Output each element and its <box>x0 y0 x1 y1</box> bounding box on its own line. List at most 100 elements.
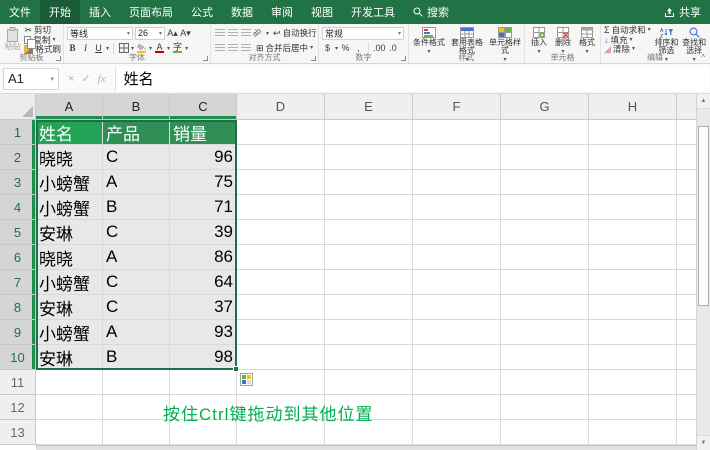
scroll-up-icon[interactable]: ▲ <box>697 94 710 109</box>
tab-开发工具[interactable]: 开发工具 <box>342 0 404 24</box>
cell-B11[interactable] <box>103 370 170 395</box>
cell-E3[interactable] <box>325 170 413 195</box>
col-header-G[interactable]: G <box>501 94 589 120</box>
cell-F9[interactable] <box>413 320 501 345</box>
cell-G1[interactable] <box>501 120 589 145</box>
number-dialog-launcher[interactable] <box>401 56 406 61</box>
alignment-dialog-launcher[interactable] <box>311 56 316 61</box>
cell-F10[interactable] <box>413 345 501 370</box>
cell-G4[interactable] <box>501 195 589 220</box>
cell-F3[interactable] <box>413 170 501 195</box>
cell-E1[interactable] <box>325 120 413 145</box>
number-format-select[interactable]: 常规▾ <box>322 27 404 40</box>
col-header-E[interactable]: E <box>325 94 413 120</box>
tab-插入[interactable]: 插入 <box>80 0 120 24</box>
cell-H10[interactable] <box>589 345 677 370</box>
font-size-select[interactable]: 26▾ <box>135 27 165 40</box>
cell-F5[interactable] <box>413 220 501 245</box>
cell-A5[interactable]: 安琳 <box>36 220 103 245</box>
quick-analysis-button[interactable] <box>240 373 253 386</box>
cell-H3[interactable] <box>589 170 677 195</box>
cell-A6[interactable]: 晓晓 <box>36 245 103 270</box>
cell-C11[interactable] <box>170 370 237 395</box>
cell-B5[interactable]: C <box>103 220 170 245</box>
cell-H9[interactable] <box>589 320 677 345</box>
cell-H4[interactable] <box>589 195 677 220</box>
row-header-8[interactable]: 8 <box>0 295 36 320</box>
cell-H2[interactable] <box>589 145 677 170</box>
font-name-select[interactable]: 等线▾ <box>67 27 133 40</box>
cell-D3[interactable] <box>237 170 325 195</box>
cell-C2[interactable]: 96 <box>170 145 237 170</box>
cell-G6[interactable] <box>501 245 589 270</box>
cell-H8[interactable] <box>589 295 677 320</box>
cell-F1[interactable] <box>413 120 501 145</box>
cell-C9[interactable]: 93 <box>170 320 237 345</box>
col-header-F[interactable]: F <box>413 94 501 120</box>
col-header-H[interactable]: H <box>589 94 677 120</box>
cell-G3[interactable] <box>501 170 589 195</box>
tab-开始[interactable]: 开始 <box>40 0 80 24</box>
tab-数据[interactable]: 数据 <box>222 0 262 24</box>
tab-审阅[interactable]: 审阅 <box>262 0 302 24</box>
cell-A2[interactable]: 晓晓 <box>36 145 103 170</box>
tab-文件[interactable]: 文件 <box>0 0 40 24</box>
cell-C8[interactable]: 37 <box>170 295 237 320</box>
cell-F13[interactable] <box>413 420 501 445</box>
cell-A11[interactable] <box>36 370 103 395</box>
wrap-text-button[interactable]: ↩自动换行 <box>273 29 317 38</box>
cell-H11[interactable] <box>589 370 677 395</box>
cell-D10[interactable] <box>237 345 325 370</box>
select-all-corner[interactable] <box>0 94 36 120</box>
cell-F6[interactable] <box>413 245 501 270</box>
cell-A7[interactable]: 小螃蟹 <box>36 270 103 295</box>
col-header-C[interactable]: C <box>170 94 237 120</box>
format-cells-button[interactable]: 格式 ▾ <box>576 26 598 56</box>
orientation-button[interactable]: ab <box>250 25 266 41</box>
align-bottom-button[interactable] <box>240 27 251 39</box>
cell-A3[interactable]: 小螃蟹 <box>36 170 103 195</box>
cell-B1[interactable]: 产品 <box>103 120 170 145</box>
cell-G13[interactable] <box>501 420 589 445</box>
cell-E5[interactable] <box>325 220 413 245</box>
cell-E10[interactable] <box>325 345 413 370</box>
cell-E9[interactable] <box>325 320 413 345</box>
cell-H5[interactable] <box>589 220 677 245</box>
cell-C6[interactable]: 86 <box>170 245 237 270</box>
cell-E8[interactable] <box>325 295 413 320</box>
row-header-7[interactable]: 7 <box>0 270 36 295</box>
cell-H1[interactable] <box>589 120 677 145</box>
cell-D6[interactable] <box>237 245 325 270</box>
cell-B10[interactable]: B <box>103 345 170 370</box>
cell-F12[interactable] <box>413 395 501 420</box>
formula-input[interactable]: 姓名 <box>115 67 709 91</box>
cell-A4[interactable]: 小螃蟹 <box>36 195 103 220</box>
cell-F11[interactable] <box>413 370 501 395</box>
cell-B4[interactable]: B <box>103 195 170 220</box>
horizontal-scrollbar[interactable] <box>36 445 696 450</box>
cell-F8[interactable] <box>413 295 501 320</box>
tab-搜索[interactable]: 搜索 <box>404 0 458 24</box>
autosum-button[interactable]: Σ自动求和▾ <box>604 26 652 35</box>
row-header-1[interactable]: 1 <box>0 120 36 145</box>
cell-F7[interactable] <box>413 270 501 295</box>
cell-F4[interactable] <box>413 195 501 220</box>
insert-cells-button[interactable]: 插入 ▾ <box>528 26 550 56</box>
cell-B12[interactable] <box>103 395 170 420</box>
cell-D2[interactable] <box>237 145 325 170</box>
cell-E6[interactable] <box>325 245 413 270</box>
cell-E2[interactable] <box>325 145 413 170</box>
cell-C4[interactable]: 71 <box>170 195 237 220</box>
font-dialog-launcher[interactable] <box>203 56 208 61</box>
cell-D5[interactable] <box>237 220 325 245</box>
cell-C5[interactable]: 39 <box>170 220 237 245</box>
tab-页面布局[interactable]: 页面布局 <box>120 0 182 24</box>
cell-D9[interactable] <box>237 320 325 345</box>
merge-center-button[interactable]: ⊞合并后居中▾ <box>256 44 313 53</box>
conditional-formatting-button[interactable]: 条件格式 ▾ <box>412 26 446 56</box>
cell-A13[interactable] <box>36 420 103 445</box>
enter-icon[interactable]: ✓ <box>81 72 90 85</box>
cell-H12[interactable] <box>589 395 677 420</box>
row-header-10[interactable]: 10 <box>0 345 36 370</box>
cell-G10[interactable] <box>501 345 589 370</box>
